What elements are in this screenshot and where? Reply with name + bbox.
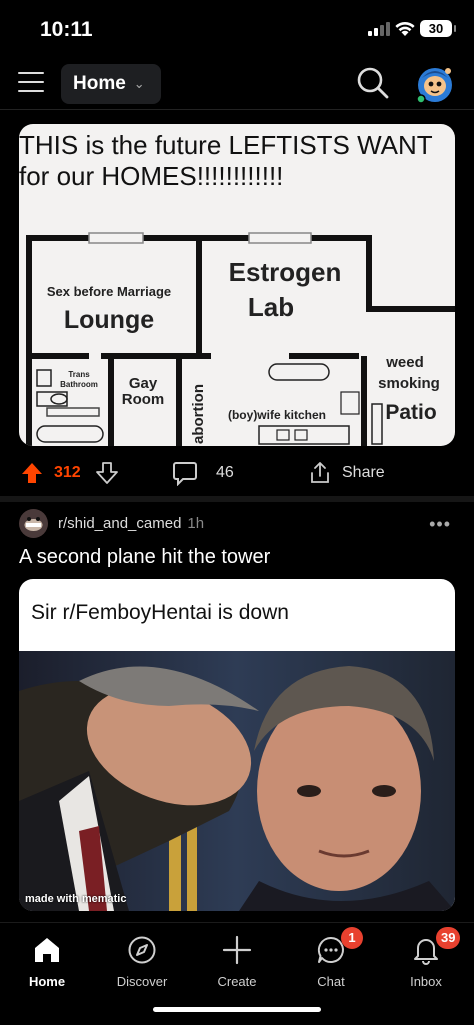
top-nav: Home ⌄ [0,58,474,110]
tab-home[interactable]: Home [7,931,87,989]
home-icon [35,938,59,962]
tab-discover[interactable]: Discover [102,931,182,989]
tab-label: Create [217,974,257,989]
tab-inbox[interactable]: 39 Inbox [386,927,466,989]
room-label: Gay [129,375,158,392]
user-avatar[interactable] [414,62,456,104]
plus-icon [222,935,252,965]
chat-badge: 1 [341,927,363,949]
post-image-meme[interactable]: Sir r/FemboyHentai is down made with mem… [19,579,455,911]
room-label: Lab [248,292,294,322]
room-label: Trans [68,370,90,379]
room-label: Room [122,391,165,408]
downvote-arrow-icon [95,462,118,484]
subreddit-avatar[interactable] [19,508,48,538]
post-time: 1h [187,514,205,532]
feed-selector-label: Home [73,73,126,94]
post-action-bar: 312 46 Share [20,456,460,490]
vote-count: 312 [54,464,81,481]
hamburger-menu-icon[interactable] [18,72,44,94]
tab-label: Home [28,974,66,989]
meme-headline: THIS is the future LEFTISTS WANT for our… [19,130,433,191]
room-label: Patio [385,401,436,424]
comments-button[interactable]: 46 [172,460,234,486]
tab-label: Inbox [410,974,442,989]
room-label: weed [385,354,424,371]
tab-label: Discover [116,974,168,989]
comment-count: 46 [216,464,234,481]
share-label: Share [342,464,385,481]
room-label: (boy)wife kitchen [228,408,326,422]
room-label: Sex before Marriage [47,284,171,299]
compass-icon [128,936,156,964]
downvote-button[interactable] [95,461,119,485]
room-label: Bathroom [60,380,98,389]
feed-post[interactable]: r/shid_and_camed 1h ••• A second plane h… [0,502,474,922]
room-label: Lounge [64,306,154,334]
subreddit-name[interactable]: r/shid_and_camed [58,515,181,532]
search-icon[interactable] [356,66,390,100]
comment-bubble-icon [173,462,197,486]
status-time: 10:11 [40,18,93,41]
tab-label: Chat [317,974,345,989]
battery-indicator: 30 [420,20,456,37]
home-indicator [153,1007,321,1012]
room-label: abortion [190,384,207,444]
upvote-button[interactable]: 312 [20,461,81,485]
room-label: Estrogen [229,257,342,287]
more-options-icon[interactable]: ••• [429,514,451,535]
share-icon [311,462,329,483]
meme-photo [19,651,455,911]
tab-chat[interactable]: 1 Chat [291,927,371,989]
feed-post[interactable]: THIS is the future LEFTISTS WANT for our… [0,110,474,496]
wifi-icon [395,21,415,36]
meme-caption: Sir r/FemboyHentai is down [31,601,289,624]
chevron-down-icon: ⌄ [133,76,145,91]
cellular-signal-icon [368,22,390,36]
post-title[interactable]: A second plane hit the tower [19,546,270,569]
status-bar: 10:11 30 [0,0,474,58]
post-meta: r/shid_and_camed 1h ••• [19,508,459,538]
floorplan-drawing: Sex before Marriage Lounge Estrogen Lab … [26,232,455,446]
upvote-arrow-icon [22,463,42,483]
inbox-badge: 39 [436,927,461,949]
tab-create[interactable]: Create [197,931,277,989]
post-image-floorplan-meme[interactable]: THIS is the future LEFTISTS WANT for our… [19,124,455,446]
room-label: smoking [378,375,440,392]
meme-watermark: made with mematic [25,893,127,905]
share-button[interactable]: Share [308,461,385,485]
feed-selector[interactable]: Home ⌄ [61,64,161,104]
